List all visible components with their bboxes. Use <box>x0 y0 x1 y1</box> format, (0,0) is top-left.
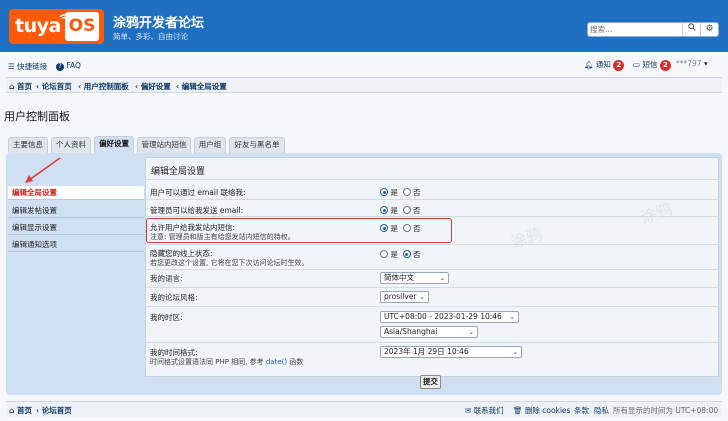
privacy-link[interactable]: 隐私 <box>594 405 609 416</box>
submit-button[interactable]: 提交 <box>420 375 441 389</box>
allow-pm-options: 是 否 <box>380 223 421 234</box>
tab-profile[interactable]: 个人资料 <box>51 137 91 153</box>
tab-friends-foes[interactable]: 好友与黑名单 <box>229 137 285 153</box>
breadcrumb-global-settings[interactable]: ‹ 编辑全局设置 <box>176 81 227 92</box>
divider <box>146 244 718 245</box>
language-select[interactable]: 简体中文 ⌄ <box>380 272 449 284</box>
site-title[interactable]: 涂鸦开发者论坛 <box>113 12 204 31</box>
style-select[interactable]: prosilver ⌄ <box>380 291 429 303</box>
footer-home-link[interactable]: ⌂ 首页 <box>9 405 32 416</box>
email-contact-label: 用户可以通过 email 联络我: <box>150 188 246 197</box>
admin-email-no-radio[interactable] <box>402 206 411 214</box>
caret-down-icon: ▾ <box>703 59 708 68</box>
form-title: 编辑全局设置 <box>151 167 206 177</box>
logo-os-text: OS <box>65 12 99 41</box>
email-contact-no-radio[interactable] <box>402 188 411 196</box>
user-menu[interactable]: ***797 ▾ <box>676 59 708 68</box>
tab-overview[interactable]: 主要信息 <box>8 137 48 153</box>
quicklinks-link[interactable]: ☰ 快捷链接 <box>8 61 47 72</box>
chevron-down-icon: ⌄ <box>439 274 445 282</box>
divider <box>146 216 718 217</box>
home-icon: ⌂ <box>9 82 15 91</box>
timezone-select[interactable]: UTC+08:00 - 2023-01-29 10:46 ⌄ <box>380 311 519 323</box>
trash-icon: 🗑︎ <box>513 406 523 415</box>
contact-link[interactable]: ✉ 联系我们 <box>465 405 504 416</box>
sidebar-item-post-settings[interactable]: 编辑发帖设置 <box>8 204 144 218</box>
admin-email-options: 是 否 <box>380 205 421 216</box>
top-navigation: ☰ 快捷链接 ? FAQ 🔔︎ 通知 2 ▭ 短信 2 ***797 ▾ <box>6 57 722 75</box>
site-footer: ⌂ 首页 ‹ 论坛首页 ✉ 联系我们 🗑︎ 删除 cookies 条款 隐私 所… <box>6 401 722 417</box>
search-box: ⚙ <box>587 22 719 37</box>
help-icon: ? <box>56 63 64 71</box>
chevron-down-icon: ⌄ <box>512 348 518 356</box>
hide-online-yes-radio[interactable] <box>380 250 388 258</box>
logo-tuya-text: tuya <box>15 15 61 37</box>
messages-badge: 2 <box>659 59 671 71</box>
chevron-down-icon: ⌄ <box>509 313 515 321</box>
divider <box>146 179 718 180</box>
tab-preferences[interactable]: 偏好设置 <box>94 136 134 154</box>
email-contact-yes-radio[interactable] <box>380 188 388 196</box>
hide-online-no-radio[interactable] <box>402 250 411 258</box>
divider <box>146 269 718 270</box>
hide-online-options: 是 否 <box>380 249 421 260</box>
mail-icon: ✉ <box>465 406 472 415</box>
gear-icon[interactable]: ⚙ <box>700 23 718 36</box>
breadcrumb: ⌂ 首页 ‹ 论坛首页 ‹ 用户控制面板 ‹ 偏好设置 ‹ 编辑全局设置 <box>6 77 722 93</box>
dateformat-select[interactable]: 2023年 1月 29日 10:46 ⌄ <box>380 346 522 358</box>
home-icon: ⌂ <box>9 406 15 415</box>
php-date-link[interactable]: date() <box>266 358 287 366</box>
site-subtitle: 简单、多彩、自由讨论 <box>113 32 188 41</box>
timezone-note: 所有显示的时间为 UTC+08:00 <box>613 406 719 415</box>
faq-link[interactable]: ? FAQ <box>56 61 81 71</box>
notifications-link[interactable]: 🔔︎ 通知 2 <box>584 59 625 71</box>
search-input[interactable] <box>590 24 680 35</box>
tab-private-messages[interactable]: 管理站内短信 <box>137 137 191 153</box>
divider <box>146 199 718 200</box>
sidebar-item-global-settings[interactable]: 编辑全局设置 <box>8 186 144 200</box>
sidebar-item-notification-options[interactable]: 编辑通知选项 <box>8 238 144 252</box>
breadcrumb-home[interactable]: ⌂ 首页 <box>9 81 32 92</box>
annotation-arrow-icon <box>25 157 61 183</box>
allow-pm-yes-radio[interactable] <box>380 224 388 232</box>
menu-icon: ☰ <box>8 62 15 71</box>
sidebar-item-display-settings[interactable]: 编辑显示设置 <box>8 221 144 235</box>
timezone-label: 我的时区: <box>150 313 183 322</box>
allow-pm-note: 注意: 管理员和版主有给您发站内短信的特权。 <box>150 233 295 241</box>
bell-icon: 🔔︎ <box>584 60 594 69</box>
divider <box>146 342 718 343</box>
breadcrumb-preferences[interactable]: ‹ 偏好设置 <box>135 81 171 92</box>
inbox-icon: ▭ <box>633 60 641 69</box>
admin-email-yes-radio[interactable] <box>380 206 388 214</box>
breadcrumb-ucp[interactable]: ‹ 用户控制面板 <box>78 81 129 92</box>
timezone-city-select[interactable]: Asia/Shanghai ⌄ <box>380 326 478 338</box>
dateformat-note: 时间格式设置语法同 PHP 相同, 参考 date() 函数 <box>150 358 304 366</box>
email-contact-options: 是 否 <box>380 187 421 198</box>
tuya-os-logo[interactable]: tuya OS <box>9 9 104 44</box>
allow-pm-no-radio[interactable] <box>402 224 411 232</box>
notifications-badge: 2 <box>613 59 625 71</box>
divider <box>146 306 718 307</box>
breadcrumb-forum-home[interactable]: ‹ 论坛首页 <box>36 81 72 92</box>
admin-email-label: 管理员可以给我发送 email: <box>150 206 244 215</box>
terms-link[interactable]: 条款 <box>574 405 589 416</box>
search-icon[interactable] <box>682 23 700 36</box>
footer-forum-home-link[interactable]: ‹ 论坛首页 <box>36 405 72 416</box>
messages-link[interactable]: ▭ 短信 2 <box>633 59 671 71</box>
divider <box>146 287 718 288</box>
chevron-down-icon: ⌄ <box>468 328 474 336</box>
delete-cookies-link[interactable]: 🗑︎ 删除 cookies <box>513 405 571 416</box>
chevron-down-icon: ⌄ <box>419 293 425 301</box>
tab-usergroups[interactable]: 用户组 <box>194 137 226 153</box>
page-title: 用户控制面板 <box>4 110 70 123</box>
